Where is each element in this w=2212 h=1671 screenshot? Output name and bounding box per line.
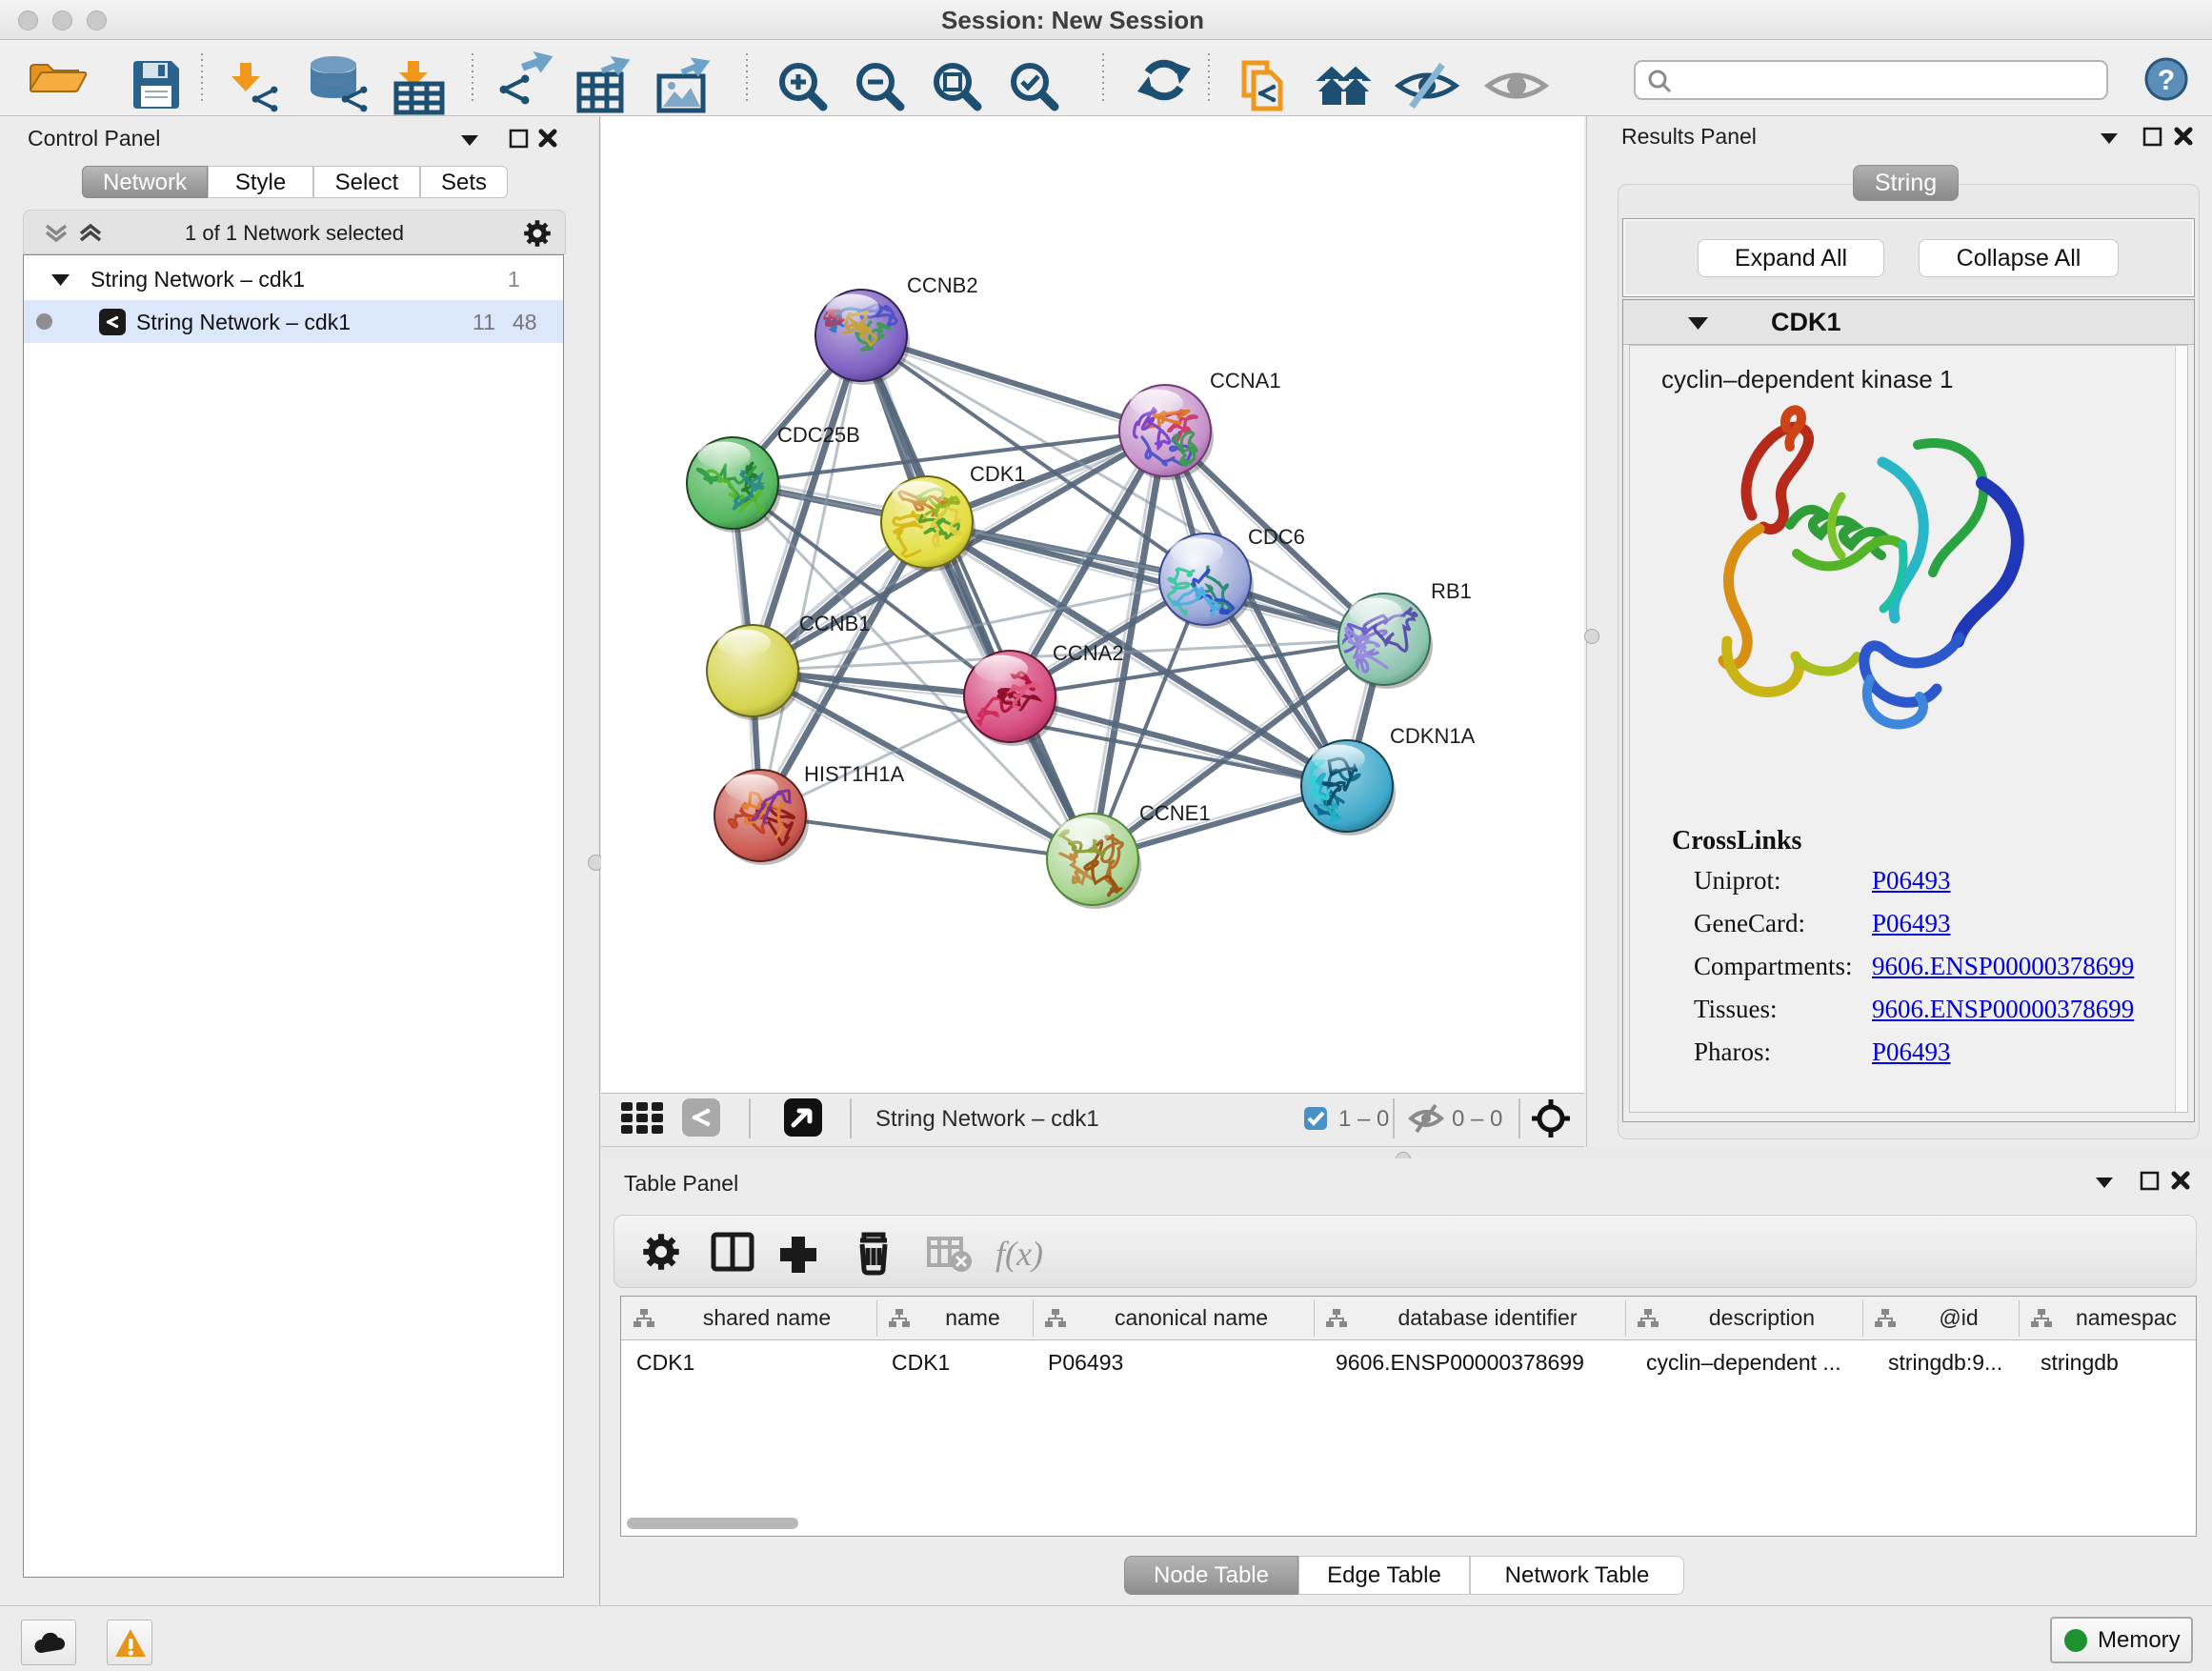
svg-text:?: ? <box>2158 65 2175 96</box>
svg-text:HIST1H1A: HIST1H1A <box>804 762 904 786</box>
svg-text:CCNE1: CCNE1 <box>1139 801 1211 825</box>
svg-text:String Network – cdk1: String Network – cdk1 <box>875 1106 1099 1132</box>
svg-text:CCNA1: CCNA1 <box>1210 369 1281 393</box>
svg-text:CCNB2: CCNB2 <box>907 273 978 297</box>
svg-text:CDK1: CDK1 <box>970 462 1026 486</box>
svg-text:0 – 0: 0 – 0 <box>1452 1106 1502 1132</box>
svg-text:1 – 0: 1 – 0 <box>1338 1106 1389 1132</box>
svg-text:CCNA2: CCNA2 <box>1053 641 1124 665</box>
svg-text:CDKN1A: CDKN1A <box>1390 724 1476 748</box>
svg-text:RB1: RB1 <box>1431 579 1472 603</box>
svg-text:CCNB1: CCNB1 <box>799 612 871 635</box>
svg-text:CDC6: CDC6 <box>1248 525 1305 549</box>
svg-text:CDC25B: CDC25B <box>777 423 860 447</box>
svg-text:f(x): f(x) <box>995 1235 1043 1273</box>
